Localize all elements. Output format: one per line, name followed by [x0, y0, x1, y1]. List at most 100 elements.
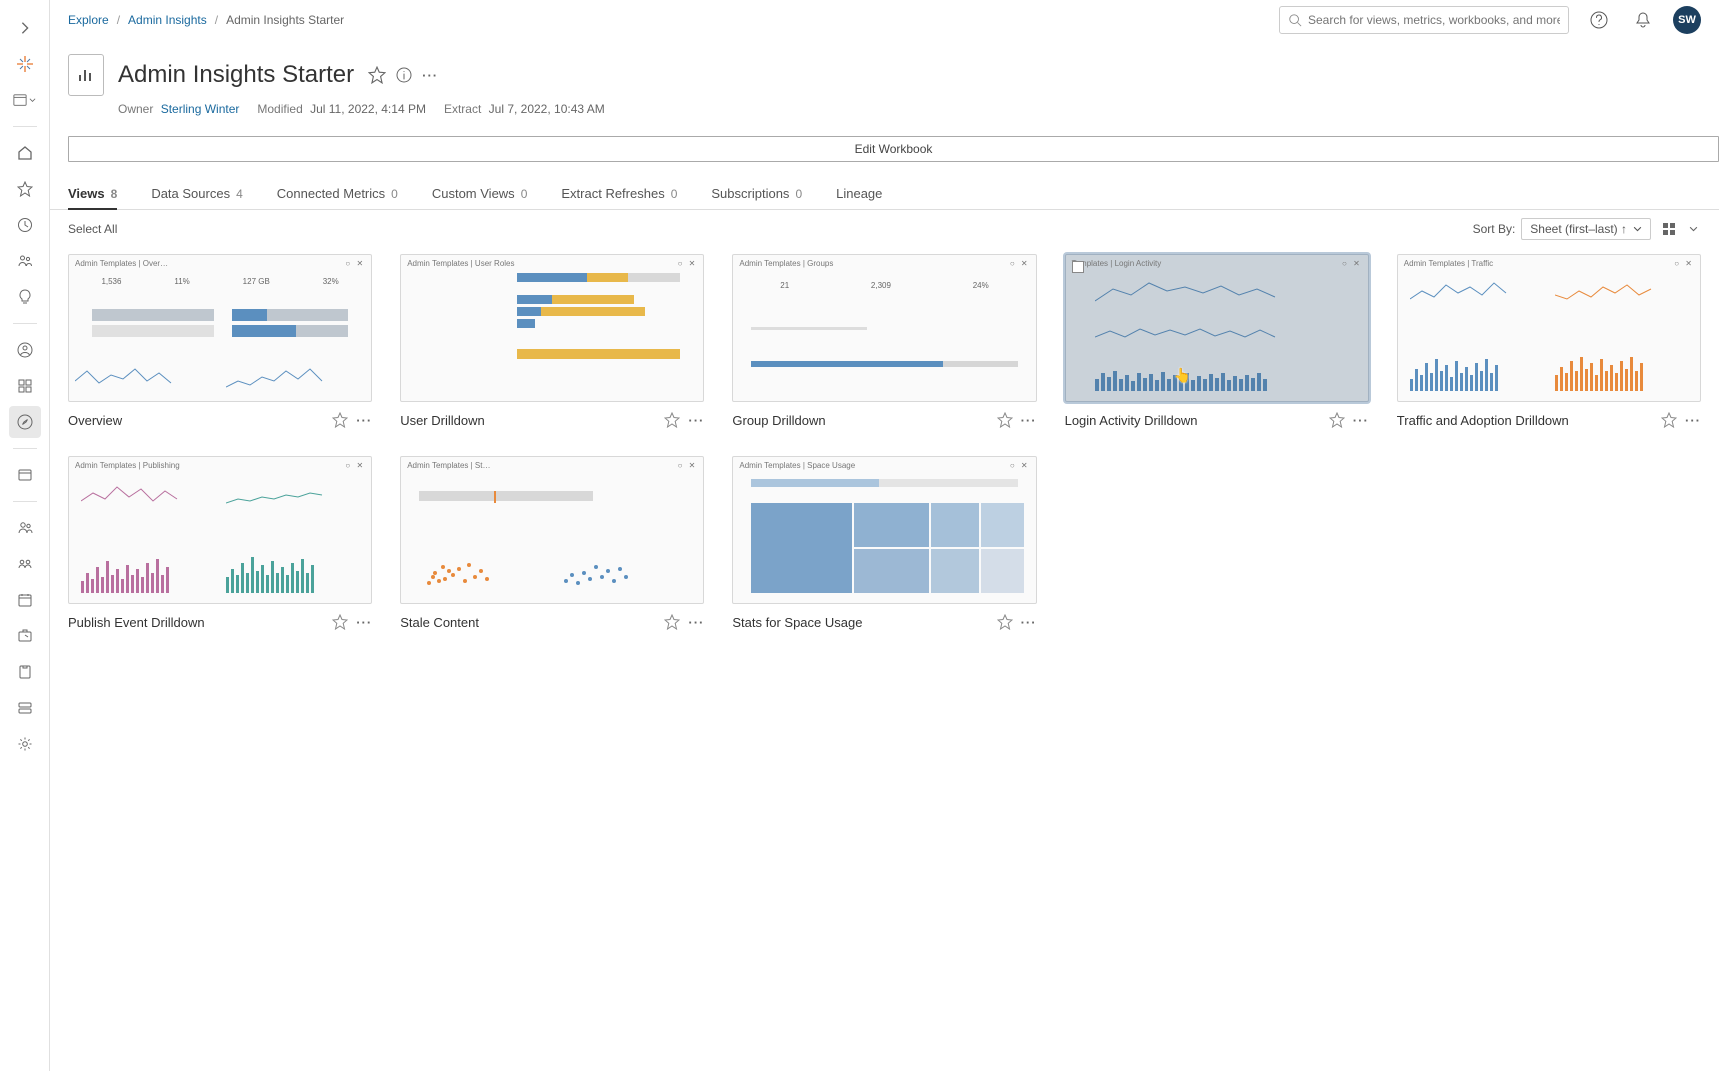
view-card: Admin Templates | Space Usage○ ✕ Stats f…	[732, 456, 1036, 630]
card-more-button[interactable]: ···	[688, 413, 704, 428]
nav-recents[interactable]	[9, 209, 41, 241]
breadcrumb-root[interactable]: Explore	[68, 13, 109, 27]
favorite-toggle[interactable]	[664, 614, 680, 630]
view-title-link[interactable]: Overview	[68, 413, 324, 428]
view-mode-caret[interactable]	[1685, 221, 1701, 237]
window-icon	[13, 93, 27, 107]
view-card: Admin Templates | Groups○ ✕ 212,30924% G…	[732, 254, 1036, 428]
card-more-button[interactable]: ···	[356, 413, 372, 428]
breadcrumb-parent[interactable]: Admin Insights	[128, 13, 207, 27]
left-nav	[0, 0, 50, 1071]
card-more-button[interactable]: ···	[1685, 413, 1701, 428]
clock-icon	[17, 217, 33, 233]
people-icon	[17, 520, 33, 536]
nav-settings[interactable]	[9, 728, 41, 760]
page-title: Admin Insights Starter	[118, 61, 354, 89]
nav-external[interactable]	[9, 459, 41, 491]
nav-recommendations[interactable]	[9, 281, 41, 313]
grid-view-button[interactable]	[1661, 221, 1677, 237]
owner-link[interactable]: Sterling Winter	[161, 102, 240, 116]
sort-dropdown[interactable]: Sheet (first–last) ↑	[1521, 218, 1651, 240]
view-card: Admin Templates | Over…○ ✕ 1,53611%127 G…	[68, 254, 372, 428]
view-title-link[interactable]: Stale Content	[400, 615, 656, 630]
avatar[interactable]: SW	[1673, 6, 1701, 34]
card-more-button[interactable]: ···	[356, 615, 372, 630]
view-title-link[interactable]: Publish Event Drilldown	[68, 615, 324, 630]
caret-down-icon	[29, 97, 36, 104]
search-icon	[1288, 13, 1302, 27]
view-title-link[interactable]: Login Activity Drilldown	[1065, 413, 1321, 428]
view-thumbnail[interactable]: Admin Templates | Space Usage○ ✕	[732, 456, 1036, 604]
notifications-button[interactable]	[1629, 6, 1657, 34]
nav-explore[interactable]	[9, 406, 41, 438]
favorite-toggle[interactable]	[664, 412, 680, 428]
view-thumbnail[interactable]: Admin Templates | St…○ ✕	[400, 456, 704, 604]
nav-shared[interactable]	[9, 245, 41, 277]
new-button[interactable]	[9, 84, 41, 116]
app-logo[interactable]	[9, 48, 41, 80]
favorite-toggle[interactable]	[1661, 412, 1677, 428]
nav-collections[interactable]	[9, 370, 41, 402]
favorite-toggle[interactable]	[997, 614, 1013, 630]
expand-nav-button[interactable]	[9, 12, 41, 44]
caret-down-icon	[1633, 225, 1642, 234]
tabs: Views8 Data Sources4 Connected Metrics0 Cus…	[50, 180, 1719, 210]
favorite-toggle[interactable]	[997, 412, 1013, 428]
search-input[interactable]	[1308, 13, 1560, 27]
more-actions-button[interactable]: ···	[422, 68, 438, 83]
nav-favorites[interactable]	[9, 173, 41, 205]
view-thumbnail[interactable]: Admin Templates | Traffic○ ✕	[1397, 254, 1701, 402]
search-box[interactable]	[1279, 6, 1569, 34]
tab-custom-views[interactable]: Custom Views0	[432, 186, 528, 209]
nav-jobs[interactable]	[9, 620, 41, 652]
user-circle-icon	[17, 342, 33, 358]
view-title-link[interactable]: Stats for Space Usage	[732, 615, 988, 630]
view-title-link[interactable]: Group Drilldown	[732, 413, 988, 428]
home-icon	[17, 145, 33, 161]
select-all-link[interactable]: Select All	[68, 222, 117, 236]
nav-home[interactable]	[9, 137, 41, 169]
tab-data-sources[interactable]: Data Sources4	[151, 186, 242, 209]
tab-lineage[interactable]: Lineage	[836, 186, 882, 209]
view-title-link[interactable]: User Drilldown	[400, 413, 656, 428]
select-checkbox[interactable]	[1072, 261, 1084, 273]
gear-icon	[17, 736, 33, 752]
edit-workbook-button[interactable]: Edit Workbook	[68, 136, 1719, 162]
info-button[interactable]	[396, 67, 412, 83]
nav-personal[interactable]	[9, 334, 41, 366]
view-thumbnail[interactable]: Admin Templates | Groups○ ✕ 212,30924%	[732, 254, 1036, 402]
card-more-button[interactable]: ···	[1353, 413, 1369, 428]
view-thumbnail[interactable]: Admin Templates | User Roles○ ✕	[400, 254, 704, 402]
favorite-toggle[interactable]	[332, 412, 348, 428]
card-more-button[interactable]: ···	[1021, 615, 1037, 630]
tab-views[interactable]: Views8	[68, 186, 117, 209]
view-title-link[interactable]: Traffic and Adoption Drilldown	[1397, 413, 1653, 428]
card-more-button[interactable]: ···	[688, 615, 704, 630]
tab-subscriptions[interactable]: Subscriptions0	[711, 186, 802, 209]
clipboard-icon	[17, 664, 33, 680]
cursor-indicator: 👆	[1174, 367, 1191, 384]
view-card: Admin Templates | Traffic○ ✕ Traffic and…	[1397, 254, 1701, 428]
favorite-toggle[interactable]	[332, 614, 348, 630]
info-icon	[396, 67, 412, 83]
nav-tasks[interactable]	[9, 656, 41, 688]
help-button[interactable]	[1585, 6, 1613, 34]
favorite-toggle[interactable]	[1329, 412, 1345, 428]
nav-status[interactable]	[9, 692, 41, 724]
users-icon	[17, 253, 33, 269]
card-more-button[interactable]: ···	[1021, 413, 1037, 428]
view-card: Admin Templates | Publishing○ ✕ Publish …	[68, 456, 372, 630]
nav-schedules[interactable]	[9, 584, 41, 616]
help-icon	[1590, 11, 1608, 29]
tab-extract-refreshes[interactable]: Extract Refreshes0	[561, 186, 677, 209]
lightbulb-icon	[17, 289, 33, 305]
favorite-button[interactable]	[368, 66, 386, 84]
view-thumbnail[interactable]: Admin Templates | Over…○ ✕ 1,53611%127 G…	[68, 254, 372, 402]
star-outline-icon	[368, 66, 386, 84]
view-thumbnail[interactable]: Admin Templates | Publishing○ ✕	[68, 456, 372, 604]
nav-groups[interactable]	[9, 548, 41, 580]
window-stack-icon	[17, 467, 33, 483]
tab-connected-metrics[interactable]: Connected Metrics0	[277, 186, 398, 209]
nav-users[interactable]	[9, 512, 41, 544]
view-thumbnail[interactable]: Templates | Login Activity○ ✕👆	[1065, 254, 1369, 402]
